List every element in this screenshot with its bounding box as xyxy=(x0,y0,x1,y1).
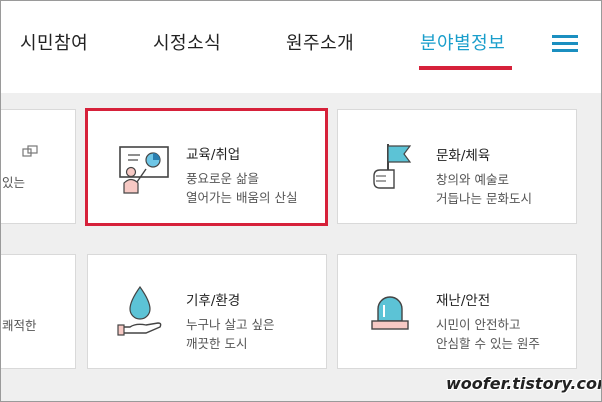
nav-item-about-wonju[interactable]: 원주소개 xyxy=(286,29,354,55)
card-partial-bottom[interactable]: 쾌적한 xyxy=(1,254,76,369)
card-partial-top[interactable]: 있는 xyxy=(1,109,76,224)
nav-item-citizen-participation[interactable]: 시민참여 xyxy=(20,29,88,55)
card-climate-title: 기후/환경 xyxy=(186,293,241,309)
card-education-employment[interactable]: 교육/취업 풍요로운 삶을 열어가는 배움의 산실 xyxy=(85,108,328,226)
nav-item-city-news[interactable]: 시정소식 xyxy=(153,29,221,55)
card-culture-desc-line2: 거듭나는 문화도시 xyxy=(436,191,532,206)
card-education-desc-line2: 열어가는 배움의 산실 xyxy=(186,190,298,205)
card-safety-title: 재난/안전 xyxy=(436,293,491,309)
card-education-desc-line1: 풍요로운 삶을 xyxy=(186,171,259,186)
card-climate-environment[interactable]: 기후/환경 누구나 살고 싶은 깨끗한 도시 xyxy=(87,254,327,369)
active-tab-indicator xyxy=(419,66,512,70)
water-drop-hand-icon xyxy=(117,285,162,336)
card-climate-desc-line1: 누구나 살고 싶은 xyxy=(186,317,275,332)
card-culture-title: 문화/체육 xyxy=(436,148,491,164)
card-safety-desc-line1: 시민이 안전하고 xyxy=(436,317,521,332)
top-navigation: 시민참여 시정소식 원주소개 분야별정보 xyxy=(1,1,601,93)
card-culture-desc-line1: 창의와 예술로 xyxy=(436,172,509,187)
nav-item-field-info[interactable]: 분야별정보 xyxy=(420,29,505,55)
card-culture-sports[interactable]: 문화/체육 창의와 예술로 거듭나는 문화도시 xyxy=(337,109,577,224)
card-disaster-safety[interactable]: 재난/안전 시민이 안전하고 안심할 수 있는 원주 xyxy=(337,254,577,369)
card-safety-desc-line2: 안심할 수 있는 원주 xyxy=(436,336,540,351)
watermark-text: woofer.tistory.com xyxy=(446,374,602,393)
classroom-teacher-icon xyxy=(119,146,169,194)
card-partial-top-desc: 있는 xyxy=(2,175,26,190)
flag-hand-icon xyxy=(373,144,412,189)
card-partial-bottom-desc: 쾌적한 xyxy=(2,318,37,333)
card-climate-desc-line2: 깨끗한 도시 xyxy=(186,336,248,351)
window-icon xyxy=(22,145,38,157)
app-frame: 시민참여 시정소식 원주소개 분야별정보 있는 교육/취업 풍요로운 삶을 열어… xyxy=(0,0,602,402)
card-education-title: 교육/취업 xyxy=(186,147,241,163)
hamburger-menu-icon[interactable] xyxy=(552,35,578,53)
siren-icon xyxy=(371,296,409,330)
